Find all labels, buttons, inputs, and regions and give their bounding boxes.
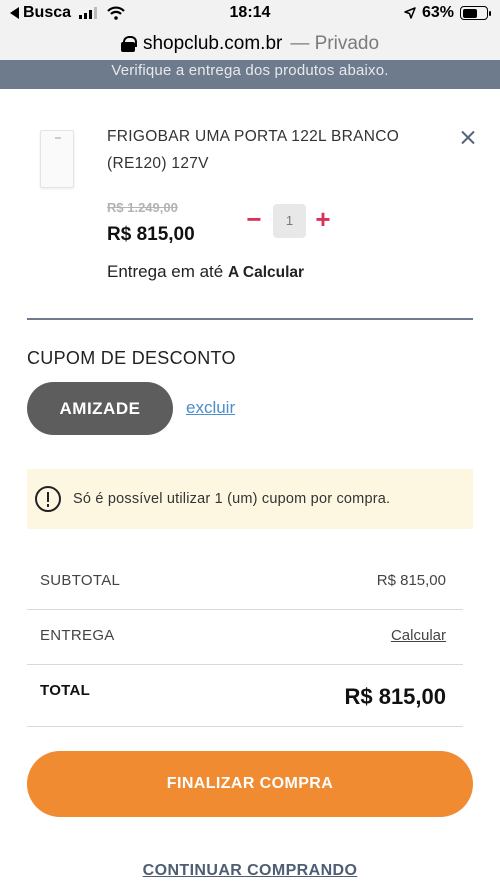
total-value: R$ 815,00 bbox=[344, 684, 446, 709]
lock-icon bbox=[120, 36, 137, 52]
row-divider bbox=[27, 726, 463, 727]
remove-coupon-link[interactable]: excluir bbox=[186, 398, 235, 418]
private-mode-label: — Privado bbox=[290, 33, 380, 54]
shipping-label: ENTREGA bbox=[40, 627, 115, 644]
coupon-alert: Só é possível utilizar 1 (um) cupom por … bbox=[27, 469, 473, 529]
decrease-quantity-button[interactable]: − bbox=[243, 206, 265, 232]
battery-level bbox=[462, 8, 477, 18]
delivery-notice: Verifique a entrega dos produtos abaixo. bbox=[0, 60, 500, 89]
continue-shopping-container: CONTINUAR COMPRANDO bbox=[0, 862, 500, 880]
alert-circle-icon bbox=[35, 486, 61, 512]
status-right: 63% bbox=[404, 4, 491, 22]
calculate-shipping-link[interactable]: Calcular bbox=[391, 627, 446, 644]
alert-text: Só é possível utilizar 1 (um) cupom por … bbox=[73, 491, 391, 507]
applied-coupon-chip: AMIZADE bbox=[27, 382, 173, 435]
product-title[interactable]: FRIGOBAR UMA PORTA 122L BRANCO (RE120) 1… bbox=[107, 123, 427, 177]
finish-purchase-button[interactable]: FINALIZAR COMPRA bbox=[27, 751, 473, 817]
location-arrow-icon bbox=[404, 7, 416, 19]
battery-percent: 63% bbox=[421, 4, 454, 21]
row-divider bbox=[27, 609, 463, 610]
current-price: R$ 815,00 bbox=[107, 224, 195, 245]
url-domain: shopclub.com.br bbox=[142, 33, 283, 54]
status-bar: Busca 18:14 63% bbox=[0, 0, 500, 28]
subtotal-label: SUBTOTAL bbox=[40, 572, 121, 589]
product-image[interactable] bbox=[40, 130, 74, 188]
delivery-prefix: Entrega em até bbox=[107, 262, 224, 281]
quantity-field[interactable]: 1 bbox=[273, 204, 306, 238]
increase-quantity-button[interactable]: + bbox=[312, 206, 334, 232]
row-divider bbox=[27, 664, 463, 665]
total-label: TOTAL bbox=[40, 682, 91, 699]
section-divider bbox=[27, 318, 473, 320]
battery-icon bbox=[460, 6, 491, 20]
old-price: R$ 1.249,00 bbox=[107, 200, 178, 215]
coupon-heading: CUPOM DE DESCONTO bbox=[27, 348, 236, 368]
continue-shopping-link[interactable]: CONTINUAR COMPRANDO bbox=[143, 862, 358, 879]
delivery-value: A Calcular bbox=[227, 264, 305, 281]
remove-item-close-icon[interactable] bbox=[458, 128, 478, 148]
delivery-estimate: Entrega em até A Calcular bbox=[107, 262, 304, 282]
subtotal-value: R$ 815,00 bbox=[376, 572, 446, 589]
url-bar[interactable]: shopclub.com.br — Privado bbox=[0, 28, 500, 60]
